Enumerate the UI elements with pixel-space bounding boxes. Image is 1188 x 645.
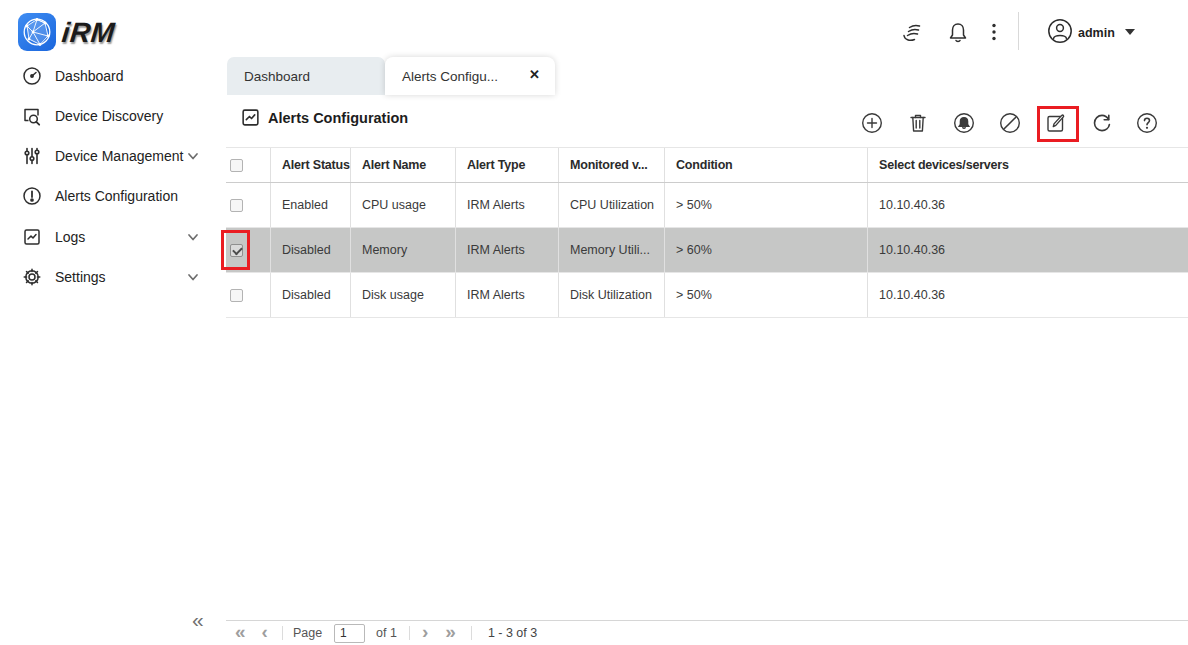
sidebar-label: Logs <box>55 229 85 245</box>
tab-label: Dashboard <box>244 69 310 84</box>
cell-condition: > 50% <box>664 273 867 317</box>
globe-network-icon <box>20 15 54 49</box>
settings-icon <box>22 267 42 287</box>
tab-close-icon[interactable]: ✕ <box>529 67 540 82</box>
add-alert-button[interactable] <box>861 112 883 134</box>
highlight-box-edit-button <box>1037 106 1079 142</box>
sidebar-label: Settings <box>55 269 106 285</box>
column-header-select-devices[interactable]: Select devices/servers <box>867 148 1188 182</box>
table-row[interactable]: Disabled Disk usage IRM Alerts Disk Util… <box>226 273 1188 318</box>
column-header-monitored-value[interactable]: Monitored v... <box>558 148 664 182</box>
sidebar-item-alerts-configuration[interactable]: Alerts Configuration <box>0 176 226 216</box>
cell-alert-type: IRM Alerts <box>455 273 558 317</box>
alerts-configuration-icon <box>22 186 42 206</box>
dashboard-icon <box>22 66 42 86</box>
column-header-condition[interactable]: Condition <box>664 148 867 182</box>
table-header-row: Alert Status Alert Name Alert Type Monit… <box>226 147 1188 183</box>
table-row[interactable]: Disabled Memory IRM Alerts Memory Utili.… <box>226 228 1188 273</box>
cell-alert-status: Disabled <box>270 273 350 317</box>
user-menu-caret-icon[interactable] <box>1125 29 1135 35</box>
sidebar-item-dashboard[interactable]: Dashboard <box>0 56 226 96</box>
sidebar-item-logs[interactable]: Logs <box>0 217 226 257</box>
sidebar-label: Device Management <box>55 148 183 164</box>
next-page-button[interactable]: › <box>422 622 428 641</box>
cell-devices: 10.10.40.36 <box>867 228 1188 272</box>
help-button[interactable] <box>1136 112 1158 134</box>
row-checkbox[interactable] <box>230 289 243 302</box>
device-discovery-icon <box>22 106 42 126</box>
cell-monitored-value: Memory Utili... <box>558 228 664 272</box>
cell-devices: 10.10.40.36 <box>867 273 1188 317</box>
first-page-button[interactable]: « <box>235 622 245 641</box>
cell-monitored-value: CPU Utilization <box>558 183 664 227</box>
tab-dashboard[interactable]: Dashboard <box>227 57 385 95</box>
page-title: Alerts Configuration <box>268 110 408 126</box>
sidebar-item-settings[interactable]: Settings <box>0 257 226 297</box>
select-all-checkbox[interactable] <box>230 159 243 172</box>
notifications-icon[interactable] <box>946 20 970 44</box>
cell-alert-type: IRM Alerts <box>455 228 558 272</box>
tab-alerts-configuration[interactable]: Alerts Configu... ✕ <box>385 57 555 95</box>
cell-alert-status: Enabled <box>270 183 350 227</box>
sidebar-item-device-discovery[interactable]: Device Discovery <box>0 96 226 136</box>
pagination-bar: « ‹ Page of 1 › » 1 - 3 of 3 <box>226 620 1188 645</box>
sidebar-label: Dashboard <box>55 68 124 84</box>
sidebar-collapse-button[interactable]: « <box>192 608 204 632</box>
user-icon[interactable] <box>1047 18 1073 44</box>
logs-icon <box>22 227 42 247</box>
cell-alert-name: CPU usage <box>350 183 455 227</box>
page-label: Page <box>293 626 322 640</box>
last-page-button[interactable]: » <box>445 622 456 641</box>
enable-alert-button[interactable] <box>953 112 975 134</box>
disable-alert-button[interactable] <box>999 112 1021 134</box>
chevron-down-icon[interactable] <box>186 270 200 284</box>
chevron-down-icon[interactable] <box>186 230 200 244</box>
page-count-label: of 1 <box>376 626 397 640</box>
cell-alert-type: IRM Alerts <box>455 183 558 227</box>
device-management-icon <box>22 146 42 166</box>
table-row[interactable]: Enabled CPU usage IRM Alerts CPU Utiliza… <box>226 183 1188 228</box>
cell-alert-name: Memory <box>350 228 455 272</box>
brand-name: iRM <box>60 17 116 49</box>
chevron-down-icon[interactable] <box>186 149 200 163</box>
highlight-box-row-checkbox <box>221 230 250 270</box>
tab-label: Alerts Configu... <box>402 69 498 84</box>
pagination-range: 1 - 3 of 3 <box>488 626 537 640</box>
refresh-button[interactable] <box>1091 112 1113 134</box>
cell-monitored-value: Disk Utilization <box>558 273 664 317</box>
cell-condition: > 50% <box>664 183 867 227</box>
header-divider <box>1018 12 1019 50</box>
row-checkbox[interactable] <box>230 199 243 212</box>
app-logo[interactable] <box>18 13 56 51</box>
alerts-configuration-page-icon <box>240 107 261 128</box>
more-icon[interactable] <box>982 20 1006 44</box>
sidebar-label: Alerts Configuration <box>55 188 178 204</box>
tasks-icon[interactable] <box>900 20 924 44</box>
column-header-alert-status[interactable]: Alert Status <box>270 148 350 182</box>
alerts-table: Alert Status Alert Name Alert Type Monit… <box>226 147 1188 318</box>
prev-page-button[interactable]: ‹ <box>262 622 268 641</box>
page-number-input[interactable] <box>334 624 365 643</box>
cell-condition: > 60% <box>664 228 867 272</box>
cell-devices: 10.10.40.36 <box>867 183 1188 227</box>
sidebar-item-device-management[interactable]: Device Management <box>0 136 226 176</box>
delete-alert-button[interactable] <box>907 112 929 134</box>
sidebar-label: Device Discovery <box>55 108 163 124</box>
column-header-alert-type[interactable]: Alert Type <box>455 148 558 182</box>
cell-alert-name: Disk usage <box>350 273 455 317</box>
column-header-alert-name[interactable]: Alert Name <box>350 148 455 182</box>
user-name[interactable]: admin <box>1078 26 1115 40</box>
cell-alert-status: Disabled <box>270 228 350 272</box>
